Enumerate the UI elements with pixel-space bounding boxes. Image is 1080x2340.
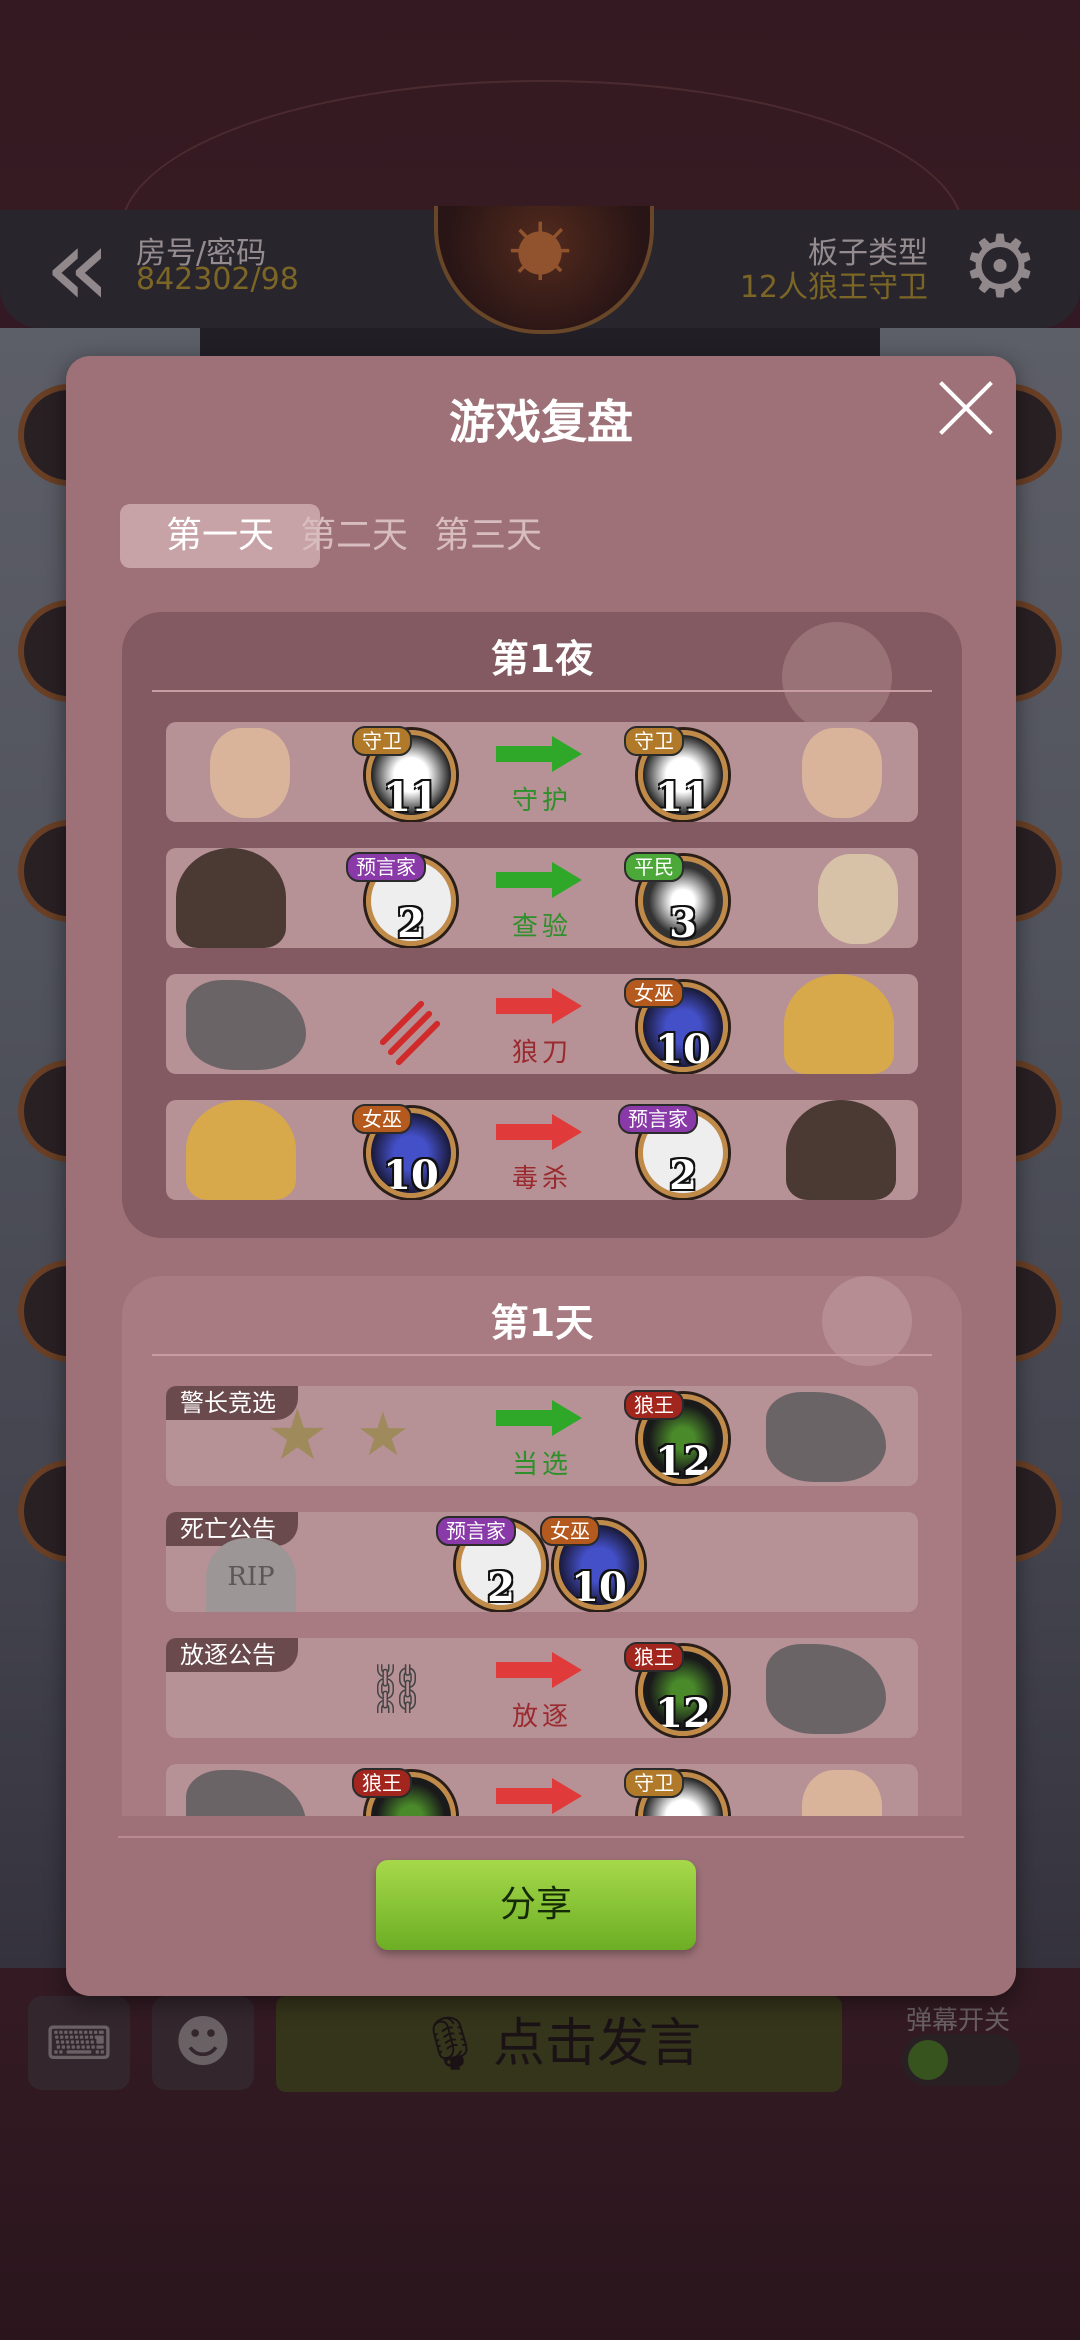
divider (152, 1354, 932, 1356)
green-arrow-icon (496, 736, 588, 772)
role-tag: 女巫 (352, 1104, 412, 1134)
red-arrow-icon (496, 1114, 588, 1150)
guard-portrait (210, 728, 290, 818)
guard-portrait (802, 728, 882, 818)
event-row-exile: 放逐公告 ⛓ 放逐 12 狼王 (166, 1638, 918, 1738)
player-number: 2 (487, 1564, 515, 1610)
action-label: 狼刀 (511, 1038, 572, 1068)
role-tag: 守卫 (624, 1768, 684, 1798)
wolf-king-portrait (766, 1392, 886, 1482)
player-number: 11 (383, 774, 439, 820)
role-tag: 预言家 (436, 1516, 516, 1546)
tab-day-3[interactable]: 第三天 (388, 504, 588, 568)
day-card: 第1天 警长竞选 ★ ★ 当选 12 狼王 死亡公告 RIP 2 预言家 10 … (122, 1276, 962, 1816)
role-tag: 女巫 (540, 1516, 600, 1546)
guard-portrait (802, 1770, 882, 1816)
role-tag: 预言家 (346, 852, 426, 882)
wolf-portrait (186, 980, 306, 1070)
action-label: 守护 (511, 786, 572, 816)
villager-portrait (818, 854, 898, 944)
role-tag: 预言家 (618, 1104, 698, 1134)
role-tag: 狼王 (352, 1768, 412, 1798)
seer-portrait (786, 1100, 896, 1200)
action-label: 当选 (511, 1450, 572, 1480)
player-number: 10 (383, 1152, 439, 1198)
player-number: 12 (655, 1690, 711, 1736)
role-tag: 守卫 (624, 726, 684, 756)
event-row-sheriff: 警长竞选 ★ ★ 当选 12 狼王 (166, 1386, 918, 1486)
event-row-wolf: 狼刀 10 女巫 (166, 974, 918, 1074)
red-arrow-icon (496, 1778, 588, 1814)
player-number: 3 (669, 900, 697, 946)
modal-title: 游戏复盘 (449, 395, 633, 449)
seer-portrait (176, 848, 286, 948)
role-tag: 狼王 (624, 1390, 684, 1420)
witch-portrait (186, 1100, 296, 1200)
day-title: 第1天 (490, 1301, 594, 1345)
player-number: 2 (669, 1152, 697, 1198)
role-tag: 平民 (624, 852, 684, 882)
share-button[interactable]: 分享 (376, 1860, 696, 1950)
role-tag: 狼王 (624, 1642, 684, 1672)
red-arrow-icon (496, 1652, 588, 1688)
player-number: 12 (655, 1438, 711, 1484)
event-row-partial: 狼王 守卫 (166, 1764, 918, 1816)
witch-portrait (784, 974, 894, 1074)
player-number: 10 (571, 1564, 627, 1610)
red-arrow-icon (496, 988, 588, 1024)
wolf-king-portrait (186, 1770, 306, 1816)
sheriff-star-icon: ★ (266, 1394, 329, 1476)
event-banner: 放逐公告 (166, 1638, 298, 1672)
green-arrow-icon (496, 1400, 588, 1436)
event-row-seer: 2 预言家 查验 3 平民 (166, 848, 918, 948)
divider (118, 1836, 964, 1838)
wolf-king-portrait (766, 1644, 886, 1734)
night-card: 第1夜 11 守卫 守护 11 守卫 2 预言家 查验 3 平民 狼刀 10 女… (122, 612, 962, 1238)
role-tag: 守卫 (352, 726, 412, 756)
role-tag: 女巫 (624, 978, 684, 1008)
handcuffs-icon: ⛓ (366, 1661, 427, 1717)
action-label: 放逐 (511, 1702, 572, 1732)
action-label: 毒杀 (511, 1164, 572, 1194)
player-number: 10 (655, 1026, 711, 1072)
player-number: 2 (397, 900, 425, 946)
divider (152, 690, 932, 692)
sheriff-star-icon: ★ (356, 1400, 410, 1470)
night-title: 第1夜 (490, 637, 594, 681)
event-row-deaths: 死亡公告 RIP 2 预言家 10 女巫 (166, 1512, 918, 1612)
event-row-witch: 10 女巫 毒杀 2 预言家 (166, 1100, 918, 1200)
player-number: 11 (655, 774, 711, 820)
tombstone-icon: RIP (206, 1538, 296, 1612)
green-arrow-icon (496, 862, 588, 898)
action-label: 查验 (511, 912, 572, 942)
game-replay-modal: 游戏复盘 第一天 第二天 第三天 第1夜 11 守卫 守护 11 守卫 2 预言… (66, 356, 1016, 1996)
close-icon[interactable] (934, 376, 998, 440)
event-row-guard: 11 守卫 守护 11 守卫 (166, 722, 918, 822)
